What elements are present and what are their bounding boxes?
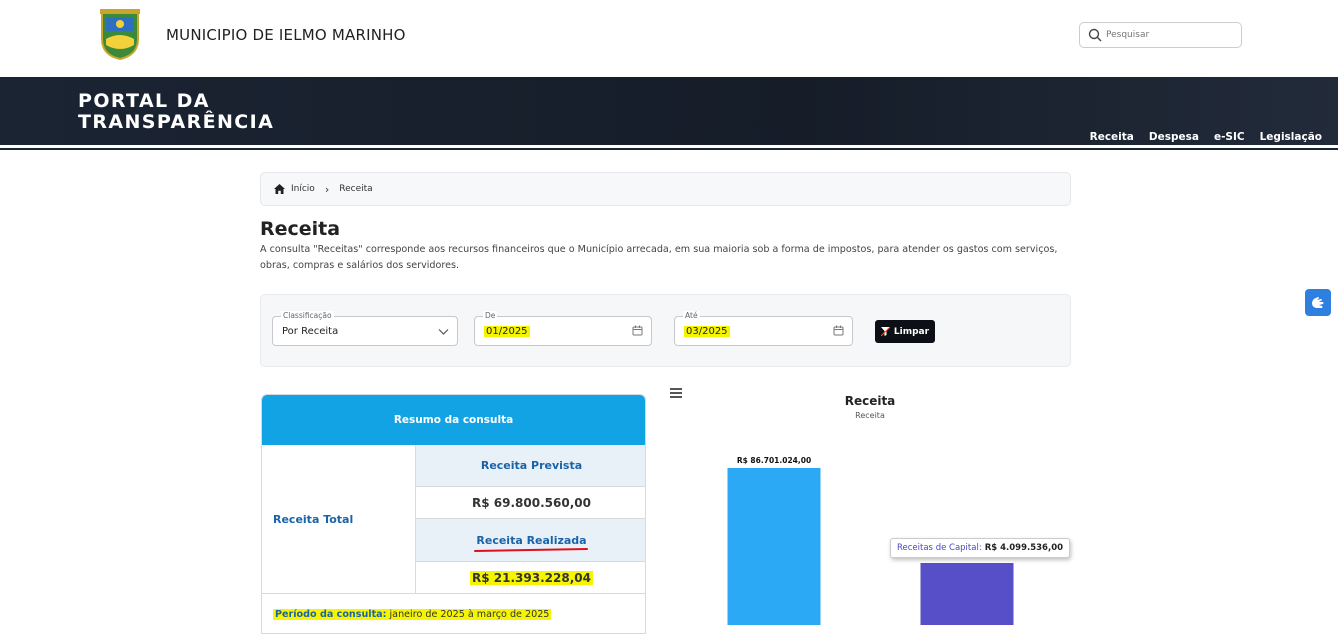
top-header: MUNICIPIO DE IELMO MARINHO [0,0,1338,77]
page-title: Receita [260,218,341,240]
portal-title-line1: PORTAL DA [78,90,210,112]
classificacao-value: Por Receita [282,326,339,337]
breadcrumb: Início › Receita [260,172,1071,206]
receita-prevista-value: R$ 69.800.560,00 [416,487,645,519]
receita-realizada-text: Receita Realizada [476,533,587,547]
home-icon[interactable] [274,184,285,194]
breadcrumb-home[interactable]: Início [291,184,315,194]
nav-esic[interactable]: e-SIC [1214,131,1245,143]
page-description: A consulta "Receitas" corresponde aos re… [260,244,1058,271]
summary-table: Resumo da consulta Receita Total Receita… [261,394,646,634]
summary-header: Resumo da consulta [262,395,645,445]
receita-realizada-amount: R$ 21.393.228,04 [470,570,593,585]
receita-total-label: Receita Total [262,445,416,594]
ate-label: Até [683,311,700,320]
classificacao-select[interactable]: Classificação Por Receita [272,311,458,346]
nav-despesa[interactable]: Despesa [1149,131,1199,143]
clear-filters-label: Limpar [893,326,930,337]
receita-prevista-label: Receita Prevista [416,445,645,487]
search-icon[interactable] [1088,28,1102,42]
chart-bar-1[interactable] [727,468,821,625]
de-date-field[interactable]: De 01/2025 [474,311,652,346]
tooltip-series-name: Receitas de Capital: [897,543,982,553]
chart-canvas: R$ 86.701.024,00 [727,456,1014,625]
chart-data-label-1: R$ 86.701.024,00 [737,456,811,465]
search-box[interactable] [1079,22,1242,48]
chart-tooltip: Receitas de Capital: R$ 4.099.536,00 [890,538,1071,558]
receita-realizada-value: R$ 21.393.228,04 [416,562,645,594]
ate-value: 03/2025 [684,326,730,337]
de-value: 01/2025 [484,326,530,337]
clear-filters-button[interactable]: Limpar [875,320,935,343]
calendar-icon[interactable] [632,325,643,336]
chart-title: Receita [844,394,896,408]
chart-bar-2[interactable] [920,563,1014,625]
consulta-period: Período da consulta: janeiro de 2025 à m… [262,594,645,633]
receita-prevista-text: Receita Prevista [480,459,583,472]
period-value: janeiro de 2025 à março de 2025 [386,608,550,620]
accessibility-widget[interactable] [1305,289,1331,316]
period-label: Período da consulta: [275,608,387,620]
receita-realizada-label: Receita Realizada [416,519,645,562]
tooltip-value: R$ 4.099.536,00 [984,543,1064,553]
filter-clear-icon [880,327,890,336]
search-input[interactable] [1106,26,1236,44]
classificacao-label: Classificação [281,311,334,320]
calendar-icon[interactable] [833,325,844,336]
sign-language-icon [1312,296,1324,308]
nav-receita[interactable]: Receita [1090,131,1134,143]
portal-title-line2: TRANSPARÊNCIA [78,111,275,133]
chevron-down-icon [438,329,449,335]
nav-legislacao[interactable]: Legislação [1260,131,1322,143]
portal-title[interactable]: PORTAL DA TRANSPARÊNCIA [78,91,274,133]
chevron-right-icon: › [324,182,330,196]
main-nav: Receita Despesa e-SIC Legislação [1090,131,1322,143]
hamburger-menu-icon[interactable] [670,388,682,398]
de-label: De [483,311,498,320]
portal-banner: PORTAL DA TRANSPARÊNCIA Receita Despesa … [0,77,1338,150]
ate-date-field[interactable]: Até 03/2025 [674,311,853,346]
chart-subtitle: Receita [855,411,885,420]
breadcrumb-current: Receita [339,184,373,194]
consulta-period-text: Período da consulta: janeiro de 2025 à m… [273,608,552,620]
filter-panel: Classificação Por Receita De 01/2025 Até… [260,294,1071,367]
receita-chart: R$ 86.701.024,00 Receita Receita Receita… [670,388,1071,625]
municipal-crest-icon[interactable] [96,9,144,61]
municipality-name[interactable]: MUNICIPIO DE IELMO MARINHO [166,26,406,44]
receita-prevista-amount: R$ 69.800.560,00 [472,495,591,510]
